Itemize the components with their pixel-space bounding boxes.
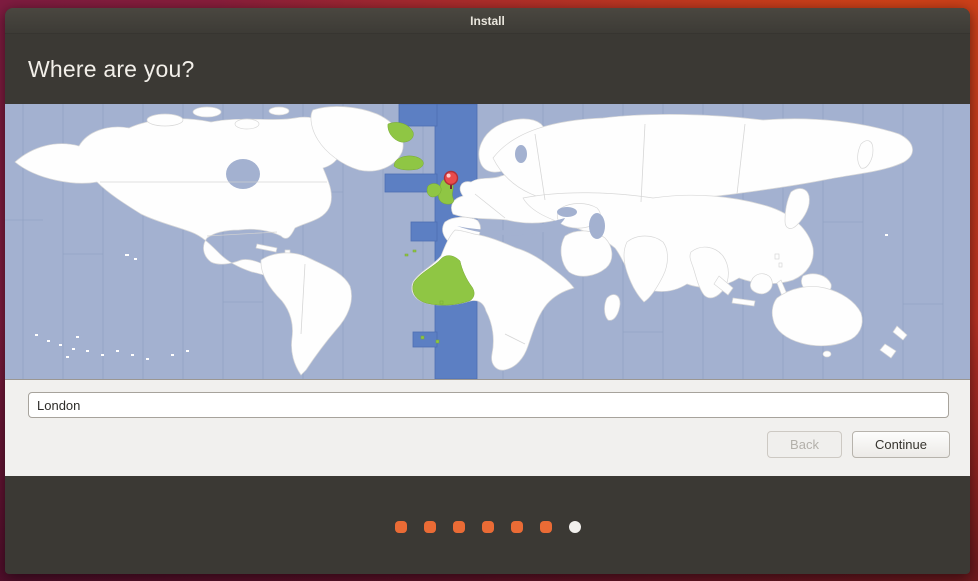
location-input[interactable] — [28, 392, 949, 418]
progress-footer — [5, 476, 970, 573]
progress-dot — [540, 521, 552, 533]
page-title: Where are you? — [5, 56, 194, 83]
back-button[interactable]: Back — [767, 431, 842, 458]
titlebar: Install — [5, 8, 970, 34]
continue-button[interactable]: Continue — [852, 431, 950, 458]
progress-dot — [395, 521, 407, 533]
timezone-map[interactable] — [5, 104, 970, 379]
progress-dot — [569, 521, 581, 533]
progress-dot — [424, 521, 436, 533]
button-row: Back Continue — [767, 431, 950, 458]
page-header: Where are you? — [5, 34, 970, 104]
form-panel: Back Continue — [5, 379, 970, 476]
installer-window: Install Where are you? — [5, 8, 970, 574]
timezone-map-container — [5, 104, 970, 379]
progress-dot — [482, 521, 494, 533]
progress-dot — [453, 521, 465, 533]
progress-dot — [511, 521, 523, 533]
window-title: Install — [470, 14, 505, 28]
